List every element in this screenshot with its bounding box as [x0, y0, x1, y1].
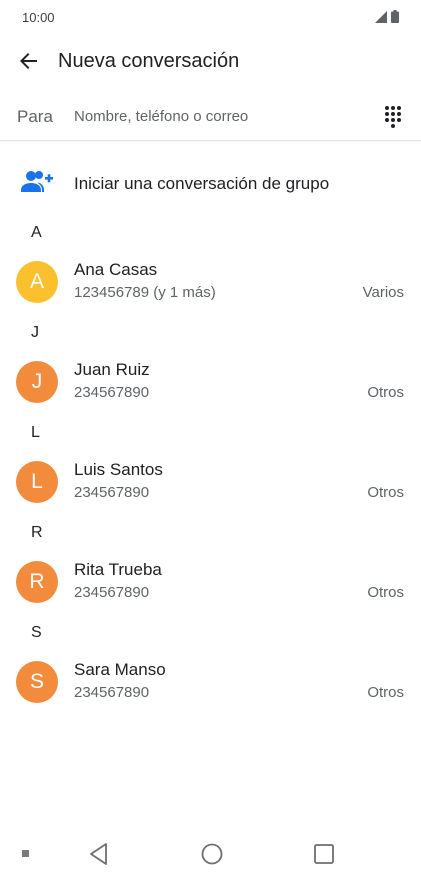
recipient-row: Para	[0, 92, 421, 141]
contact-phone: 234567890	[74, 584, 150, 601]
new-conversation-screen: 10:00 Nueva conversación Para Nombre, te…	[0, 0, 421, 878]
add-group-icon	[20, 170, 54, 201]
contact-row[interactable]: L Luis Santos 234567890 Otros	[0, 452, 421, 512]
home-circle-icon[interactable]	[200, 842, 224, 871]
contact-name: Ana Casas	[74, 260, 158, 279]
avatar: A	[16, 261, 58, 303]
contact-list: A A Ana Casas 123456789 (y 1 más) Varios…	[0, 212, 421, 712]
section-header: A	[0, 212, 421, 252]
contact-name: Sara Manso	[74, 660, 166, 679]
section-letter: L	[31, 424, 40, 441]
section-letter: R	[31, 524, 43, 541]
navigation-bar	[0, 830, 421, 878]
contact-phone-type: Otros	[367, 684, 404, 701]
contact-phone: 234567890	[74, 684, 150, 701]
recents-square-icon[interactable]	[312, 842, 336, 871]
arrow-left-icon	[19, 51, 39, 76]
section-header: J	[0, 312, 421, 352]
dialpad-icon	[381, 106, 405, 132]
back-triangle-icon[interactable]	[88, 842, 110, 871]
app-bar: Nueva conversación	[0, 36, 421, 92]
contact-phone: 123456789 (y 1 más)	[74, 284, 216, 301]
contact-row[interactable]: R Rita Trueba 234567890 Otros	[0, 552, 421, 612]
menu-dot-icon[interactable]	[22, 850, 29, 857]
contact-phone-type: Otros	[367, 384, 404, 401]
section-letter: J	[31, 324, 39, 341]
avatar: J	[16, 361, 58, 403]
contact-name: Juan Ruiz	[74, 360, 150, 379]
section-letter: S	[31, 624, 42, 641]
back-button[interactable]	[14, 48, 44, 78]
start-group-label: Iniciar una conversación de grupo	[74, 174, 330, 193]
contact-row[interactable]: A Ana Casas 123456789 (y 1 más) Varios	[0, 252, 421, 312]
contact-phone: 234567890	[74, 384, 150, 401]
contact-name: Luis Santos	[74, 460, 163, 479]
recipient-label: Para	[17, 107, 53, 126]
recipient-input[interactable]	[74, 102, 354, 130]
contact-phone-type: Otros	[367, 484, 404, 501]
contact-phone: 234567890	[74, 484, 150, 501]
contact-phone-type: Otros	[367, 584, 404, 601]
status-bar: 10:00	[0, 0, 421, 36]
contact-name: Rita Trueba	[74, 560, 162, 579]
section-header: R	[0, 512, 421, 552]
section-header: S	[0, 612, 421, 652]
status-time: 10:00	[22, 10, 55, 25]
battery-icon	[391, 10, 399, 28]
signal-icon	[375, 10, 387, 28]
avatar: R	[16, 561, 58, 603]
section-letter: A	[31, 224, 42, 241]
contact-phone-type: Varios	[362, 284, 404, 301]
start-group-conversation[interactable]: Iniciar una conversación de grupo	[0, 160, 421, 208]
page-title: Nueva conversación	[58, 50, 240, 72]
dialpad-button[interactable]	[381, 104, 405, 128]
section-header: L	[0, 412, 421, 452]
avatar: L	[16, 461, 58, 503]
avatar: S	[16, 661, 58, 703]
contact-row[interactable]: J Juan Ruiz 234567890 Otros	[0, 352, 421, 412]
status-icons	[375, 10, 399, 28]
contact-row[interactable]: S Sara Manso 234567890 Otros	[0, 652, 421, 712]
